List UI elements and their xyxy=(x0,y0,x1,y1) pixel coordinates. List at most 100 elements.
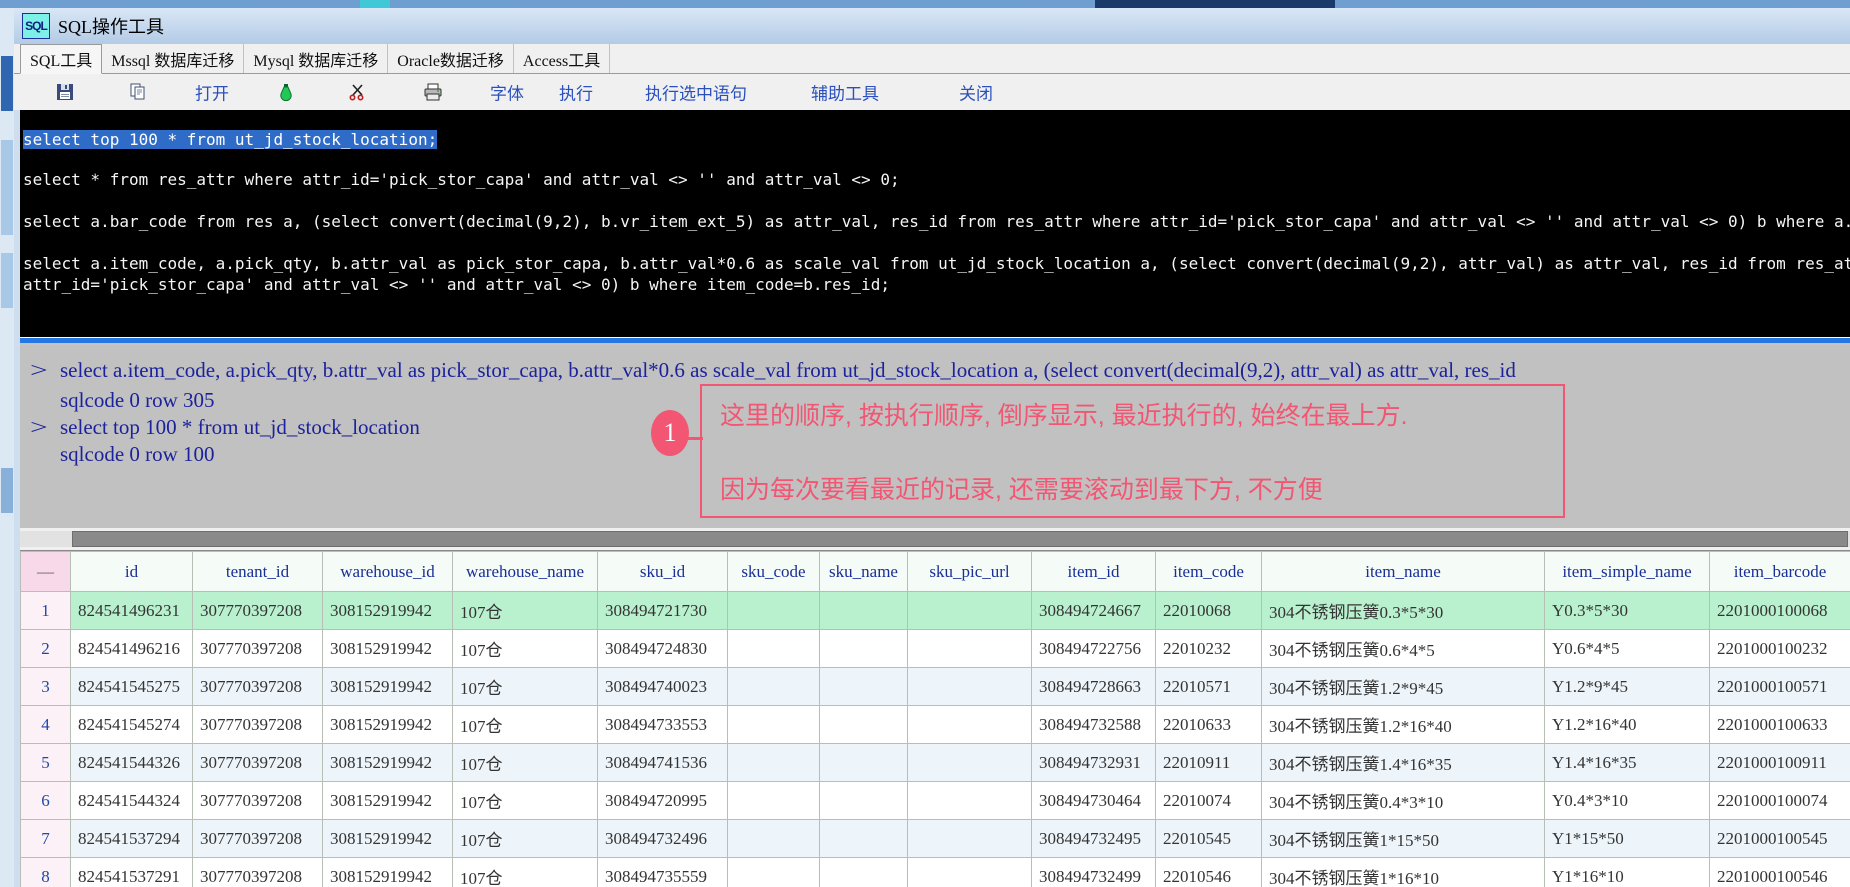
tab-oracle-migration[interactable]: Oracle数据迁移 xyxy=(388,44,514,73)
column-header-sku_id[interactable]: sku_id xyxy=(598,552,728,592)
table-row[interactable]: 3824541545275307770397208308152919942107… xyxy=(21,668,1850,706)
font-button[interactable]: 字体 xyxy=(490,80,524,105)
cell: 308152919942 xyxy=(323,668,453,706)
row-number: 1 xyxy=(21,592,71,630)
cell: 107仓 xyxy=(453,820,598,858)
column-header-warehouse_id[interactable]: warehouse_id xyxy=(323,552,453,592)
row-number: 8 xyxy=(21,858,71,887)
table-row[interactable]: 5824541544326307770397208308152919942107… xyxy=(21,744,1850,782)
desktop-background-left xyxy=(0,8,14,887)
cell: 308152919942 xyxy=(323,820,453,858)
cell: 304不锈钢压簧0.6*4*5 xyxy=(1262,630,1545,668)
cell xyxy=(728,592,820,630)
cell: 308494741536 xyxy=(598,744,728,782)
horizontal-scrollbar[interactable] xyxy=(20,528,1850,550)
titlebar[interactable]: SQL SQL操作工具 xyxy=(14,8,1850,45)
save-icon[interactable] xyxy=(55,82,75,102)
cell: 307770397208 xyxy=(193,820,323,858)
copy-icon[interactable] xyxy=(128,82,148,102)
cell: Y1.2*9*45 xyxy=(1545,668,1710,706)
cell: 2201000100571 xyxy=(1710,668,1850,706)
cell: 824541545275 xyxy=(71,668,193,706)
cell xyxy=(820,744,908,782)
cell: 307770397208 xyxy=(193,668,323,706)
cell: 304不锈钢压簧1.2*9*45 xyxy=(1262,668,1545,706)
annotation-box: 这里的顺序, 按执行顺序, 倒序显示, 最近执行的, 始终在最上方. 因为每次要… xyxy=(700,384,1565,518)
cell: 308494732588 xyxy=(1032,706,1156,744)
menu-tabs: SQL工具Mssql 数据库迁移Mysql 数据库迁移Oracle数据迁移Acc… xyxy=(14,44,1850,74)
printer-icon[interactable] xyxy=(423,82,443,102)
cell: 308152919942 xyxy=(323,782,453,820)
tab-mssql-migration[interactable]: Mssql 数据库迁移 xyxy=(102,44,244,73)
table-row[interactable]: 7824541537294307770397208308152919942107… xyxy=(21,820,1850,858)
cell: 307770397208 xyxy=(193,630,323,668)
row-number: 4 xyxy=(21,706,71,744)
column-header-sku_code[interactable]: sku_code xyxy=(728,552,820,592)
column-header-item_code[interactable]: item_code xyxy=(1156,552,1262,592)
tab-access-tool[interactable]: Access工具 xyxy=(514,44,610,73)
open-button[interactable]: 打开 xyxy=(195,80,229,105)
cell: 824541496231 xyxy=(71,592,193,630)
column-header-item_name[interactable]: item_name xyxy=(1262,552,1545,592)
sql-line: attr_id='pick_stor_capa' and attr_val <>… xyxy=(23,275,890,294)
cell: 22010571 xyxy=(1156,668,1262,706)
close-button[interactable]: 关闭 xyxy=(959,80,993,105)
screen: SQL SQL操作工具 SQL工具Mssql 数据库迁移Mysql 数据库迁移O… xyxy=(0,0,1850,887)
table-row[interactable]: 6824541544324307770397208308152919942107… xyxy=(21,782,1850,820)
cell: 308152919942 xyxy=(323,706,453,744)
table-row[interactable]: 2824541496216307770397208308152919942107… xyxy=(21,630,1850,668)
cell: 308494724830 xyxy=(598,630,728,668)
splitter-handle[interactable] xyxy=(20,337,1850,345)
tab-mysql-migration[interactable]: Mysql 数据库迁移 xyxy=(244,44,388,73)
column-header-item_simple_name[interactable]: item_simple_name xyxy=(1545,552,1710,592)
column-header-tenant_id[interactable]: tenant_id xyxy=(193,552,323,592)
scrollbar-thumb[interactable] xyxy=(72,531,1848,547)
cell xyxy=(908,630,1032,668)
table-row[interactable]: 8824541537291307770397208308152919942107… xyxy=(21,858,1850,887)
annotation-line-1: 这里的顺序, 按执行顺序, 倒序显示, 最近执行的, 始终在最上方. xyxy=(720,396,1408,432)
cell: 107仓 xyxy=(453,706,598,744)
cell xyxy=(820,630,908,668)
desktop-background-top xyxy=(0,0,1850,8)
sql-tool-window: SQL SQL操作工具 SQL工具Mssql 数据库迁移Mysql 数据库迁移O… xyxy=(14,8,1850,887)
cell: 308494730464 xyxy=(1032,782,1156,820)
cell: 22010545 xyxy=(1156,820,1262,858)
result-table-container: —idtenant_idwarehouse_idwarehouse_namesk… xyxy=(20,550,1850,887)
column-header-item_barcode[interactable]: item_barcode xyxy=(1710,552,1850,592)
execute-selected-button[interactable]: 执行选中语句 xyxy=(645,80,747,105)
table-row[interactable]: 1824541496231307770397208308152919942107… xyxy=(21,592,1850,630)
cell: Y0.6*4*5 xyxy=(1545,630,1710,668)
table-row[interactable]: 4824541545274307770397208308152919942107… xyxy=(21,706,1850,744)
column-header-sku_pic_url[interactable]: sku_pic_url xyxy=(908,552,1032,592)
app-icon: SQL xyxy=(22,13,50,39)
corner-header: — xyxy=(21,552,71,592)
cell xyxy=(908,706,1032,744)
row-number: 3 xyxy=(21,668,71,706)
cell xyxy=(908,668,1032,706)
sql-line-selected: select top 100 * from ut_jd_stock_locati… xyxy=(23,130,437,149)
row-number: 6 xyxy=(21,782,71,820)
cell: 304不锈钢压簧0.3*5*30 xyxy=(1262,592,1545,630)
cell: 107仓 xyxy=(453,668,598,706)
cell xyxy=(820,668,908,706)
tab-sql-tool[interactable]: SQL工具 xyxy=(20,44,102,74)
cell: Y1.2*16*40 xyxy=(1545,706,1710,744)
column-header-warehouse_name[interactable]: warehouse_name xyxy=(453,552,598,592)
sql-editor[interactable]: select top 100 * from ut_jd_stock_locati… xyxy=(20,110,1850,337)
column-header-sku_name[interactable]: sku_name xyxy=(820,552,908,592)
cell xyxy=(728,744,820,782)
cell: 22010074 xyxy=(1156,782,1262,820)
cell: 308494732496 xyxy=(598,820,728,858)
cell: 824541544326 xyxy=(71,744,193,782)
column-header-item_id[interactable]: item_id xyxy=(1032,552,1156,592)
auxiliary-tools-button[interactable]: 辅助工具 xyxy=(811,80,879,105)
cell xyxy=(908,592,1032,630)
flask-icon[interactable] xyxy=(276,82,296,102)
output-line: sqlcode 0 row 100 xyxy=(30,442,215,467)
background-window-fragment xyxy=(360,0,390,8)
cut-icon[interactable] xyxy=(348,82,368,102)
execute-button[interactable]: 执行 xyxy=(559,80,593,105)
cell: Y1*16*10 xyxy=(1545,858,1710,887)
cell: 22010068 xyxy=(1156,592,1262,630)
column-header-id[interactable]: id xyxy=(71,552,193,592)
